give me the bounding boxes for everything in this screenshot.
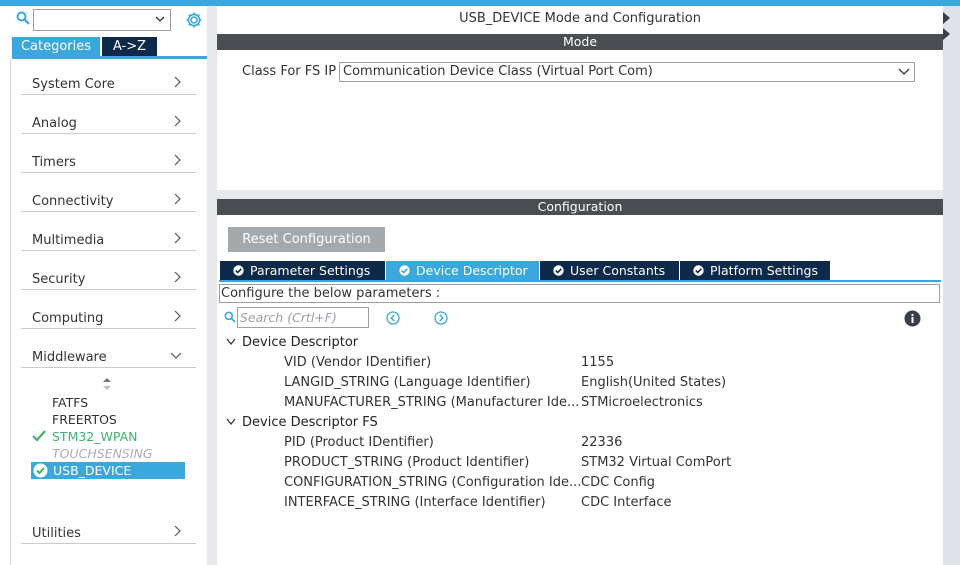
configure-info-box: Configure the below parameters : xyxy=(219,284,940,303)
category-label: Analog xyxy=(32,116,77,131)
tab-label: User Constants xyxy=(570,263,666,278)
info-icon[interactable] xyxy=(904,310,921,327)
category-utilities[interactable]: Utilities xyxy=(21,519,196,544)
param-name-product[interactable]: PRODUCT_STRING (Product Identifier) xyxy=(284,455,529,470)
chevron-down-icon xyxy=(226,418,236,425)
tab-parameter-settings[interactable]: Parameter Settings xyxy=(220,261,385,280)
scrollbar[interactable] xyxy=(943,6,960,565)
arrow-right-icon[interactable] xyxy=(943,28,950,40)
reset-configuration-button[interactable]: Reset Configuration xyxy=(228,227,385,252)
middleware-usb-device[interactable]: USB_DEVICE xyxy=(31,462,185,479)
page-title: USB_DEVICE Mode and Configuration xyxy=(459,11,701,26)
chevron-down-icon xyxy=(226,338,236,345)
mode-header: Mode xyxy=(217,34,943,50)
middleware-freertos[interactable]: FREERTOS xyxy=(52,412,117,427)
group-device-descriptor[interactable]: Device Descriptor xyxy=(226,335,426,351)
search-placeholder: Search (Crtl+F) xyxy=(240,310,337,325)
tab-underline xyxy=(219,280,941,282)
category-security[interactable]: Security xyxy=(21,265,196,290)
tab-label: Platform Settings xyxy=(710,263,818,278)
param-name-interface[interactable]: INTERFACE_STRING (Interface Identifier) xyxy=(284,495,546,510)
next-match-icon[interactable] xyxy=(434,311,448,325)
chevron-down-icon xyxy=(170,352,182,359)
param-value-configuration[interactable]: CDC Config xyxy=(581,475,655,490)
category-middleware[interactable]: Middleware xyxy=(21,343,196,368)
middleware-label: STM32_WPAN xyxy=(52,429,138,444)
category-label: Timers xyxy=(32,155,76,170)
chevron-right-icon xyxy=(174,115,181,127)
sort-icon[interactable] xyxy=(102,377,112,391)
tab-device-descriptor[interactable]: Device Descriptor xyxy=(386,261,539,280)
param-value-interface[interactable]: CDC Interface xyxy=(581,495,672,510)
param-value-vid[interactable]: 1155 xyxy=(581,355,614,370)
param-value-pid[interactable]: 22336 xyxy=(581,435,622,450)
param-value-manufacturer[interactable]: STMicroelectronics xyxy=(581,395,703,410)
param-name-langid[interactable]: LANGID_STRING (Language Identifier) xyxy=(284,375,531,390)
param-name-configuration[interactable]: CONFIGURATION_STRING (Configuration Ide.… xyxy=(284,475,581,490)
category-multimedia[interactable]: Multimedia xyxy=(21,226,196,251)
category-connectivity[interactable]: Connectivity xyxy=(21,187,196,212)
param-value-langid[interactable]: English(United States) xyxy=(581,375,726,390)
middleware-fatfs[interactable]: FATFS xyxy=(52,395,88,410)
group-title: Device Descriptor xyxy=(242,335,359,350)
tab-label: Device Descriptor xyxy=(416,263,528,278)
param-value-product[interactable]: STM32 Virtual ComPort xyxy=(581,455,731,470)
configure-text: Configure the below parameters : xyxy=(221,286,441,301)
category-timers[interactable]: Timers xyxy=(21,148,196,173)
param-name-manufacturer[interactable]: MANUFACTURER_STRING (Manufacturer Ide... xyxy=(284,395,579,410)
group-device-descriptor-fs[interactable]: Device Descriptor FS xyxy=(226,415,426,431)
group-title: Device Descriptor FS xyxy=(242,415,378,430)
check-icon xyxy=(32,430,46,442)
arrow-right-icon[interactable] xyxy=(943,12,950,24)
chevron-right-icon xyxy=(174,76,181,88)
chevron-right-icon xyxy=(174,193,181,205)
category-analog[interactable]: Analog xyxy=(21,109,196,134)
chevron-right-icon xyxy=(174,154,181,166)
category-label: Multimedia xyxy=(32,233,105,248)
chevron-right-icon xyxy=(174,232,181,244)
middleware-touchsensing[interactable]: TOUCHSENSING xyxy=(52,446,153,461)
param-name-vid[interactable]: VID (Vendor IDentifier) xyxy=(284,355,431,370)
category-label: System Core xyxy=(32,77,115,92)
configuration-header: Configuration xyxy=(217,199,943,215)
category-computing[interactable]: Computing xyxy=(21,304,196,329)
check-circle-icon xyxy=(553,265,564,276)
search-icon xyxy=(224,311,236,323)
class-select-value: Communication Device Class (Virtual Port… xyxy=(343,64,653,79)
tab-label: Parameter Settings xyxy=(250,263,371,278)
class-select[interactable]: Communication Device Class (Virtual Port… xyxy=(339,62,915,82)
chevron-down-icon[interactable] xyxy=(154,13,166,25)
previous-match-icon[interactable] xyxy=(386,311,400,325)
category-label: Security xyxy=(32,272,86,287)
tab-a-to-z[interactable]: A->Z xyxy=(102,37,157,56)
chevron-right-icon xyxy=(174,271,181,283)
search-icon[interactable] xyxy=(16,11,30,25)
chevron-right-icon xyxy=(174,525,181,537)
panel-splitter[interactable] xyxy=(207,6,217,565)
check-circle-icon xyxy=(233,265,244,276)
chevron-down-icon xyxy=(898,68,910,75)
panel-splitter[interactable] xyxy=(217,190,943,199)
middleware-label: USB_DEVICE xyxy=(53,463,132,478)
category-label: Connectivity xyxy=(32,194,114,209)
tab-categories[interactable]: Categories xyxy=(12,37,100,56)
tab-user-constants[interactable]: User Constants xyxy=(540,261,679,280)
check-circle-icon xyxy=(33,463,48,478)
param-name-pid[interactable]: PID (Product IDentifier) xyxy=(284,435,434,450)
chevron-right-icon xyxy=(174,310,181,322)
parameter-search-input[interactable]: Search (Crtl+F) xyxy=(237,307,369,328)
category-system-core[interactable]: System Core xyxy=(21,70,196,95)
category-label: Utilities xyxy=(32,526,81,541)
category-search-combo[interactable] xyxy=(33,9,171,31)
category-label: Computing xyxy=(32,311,104,326)
class-label: Class For FS IP xyxy=(242,64,337,79)
gear-icon[interactable] xyxy=(185,11,203,29)
category-label: Middleware xyxy=(32,350,107,365)
check-circle-icon xyxy=(693,265,704,276)
tab-platform-settings[interactable]: Platform Settings xyxy=(680,261,830,280)
check-circle-icon xyxy=(399,265,410,276)
